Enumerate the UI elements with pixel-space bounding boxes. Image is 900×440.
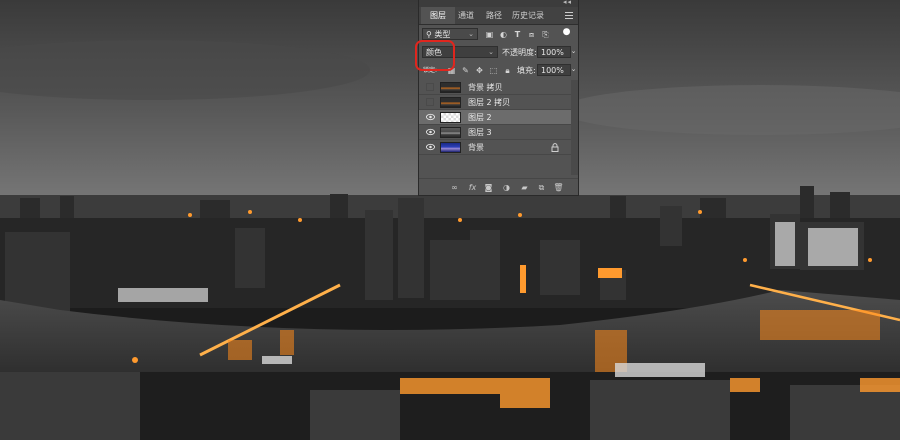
- layer-name[interactable]: 图层 3: [468, 125, 492, 140]
- visibility-eye-icon[interactable]: [426, 143, 435, 151]
- layer-thumbnail: [440, 127, 461, 138]
- opacity-slider-chevron-icon[interactable]: ⌄: [569, 47, 578, 56]
- layer-name[interactable]: 图层 2: [468, 110, 492, 125]
- fill-field[interactable]: 100%: [537, 64, 571, 76]
- panel-tab-bar: 图层 通道 路径 历史记录: [419, 7, 578, 25]
- chevron-down-icon: ⌄: [468, 30, 474, 38]
- layer-list: 背景 拷贝 图层 2 拷贝 图层 2 图层 3 背景: [419, 80, 578, 175]
- lock-position-icon[interactable]: ✥: [475, 66, 484, 75]
- pixel-filter-icon[interactable]: ▣: [485, 30, 494, 39]
- fill-slider-chevron-icon[interactable]: ⌄: [569, 65, 578, 74]
- opacity-field[interactable]: 100%: [537, 46, 571, 58]
- visibility-eye-icon[interactable]: [426, 113, 435, 121]
- new-adjustment-layer-icon[interactable]: ◑: [501, 182, 512, 193]
- panel-title-bar[interactable]: ◂◂: [419, 0, 578, 7]
- layer-row[interactable]: 图层 2: [419, 110, 571, 125]
- prevent-autonest-icon[interactable]: ⬚: [489, 66, 498, 75]
- add-mask-icon[interactable]: ◙: [483, 182, 494, 193]
- layer-list-scrollbar[interactable]: [571, 80, 578, 175]
- type-filter-icon[interactable]: T: [513, 30, 522, 39]
- opacity-value: 100%: [541, 48, 564, 57]
- layer-thumbnail: [440, 142, 461, 153]
- filter-toggle-icon[interactable]: ●: [562, 28, 571, 37]
- delete-layer-icon[interactable]: 🗑︎: [553, 182, 564, 193]
- layer-thumbnail: [440, 112, 461, 123]
- shape-filter-icon[interactable]: ⧈: [527, 30, 536, 39]
- panel-menu-icon[interactable]: [565, 12, 573, 19]
- layer-thumbnail: [440, 97, 461, 108]
- tab-history[interactable]: 历史记录: [505, 7, 551, 24]
- layer-row[interactable]: 图层 3: [419, 125, 571, 140]
- filter-kind-label: 类型: [434, 30, 451, 39]
- fx-button[interactable]: fx: [467, 182, 478, 193]
- search-icon: ⚲: [426, 30, 432, 39]
- layer-thumbnail: [440, 82, 461, 93]
- layer-name[interactable]: 图层 2 拷贝: [468, 95, 510, 110]
- layer-name[interactable]: 背景: [468, 140, 484, 155]
- layer-row[interactable]: 背景 拷贝: [419, 80, 571, 95]
- annotation-highlight-ring: [415, 40, 455, 71]
- new-group-icon[interactable]: ▰: [519, 182, 530, 193]
- link-layers-icon[interactable]: ∞: [449, 182, 460, 193]
- lock-all-icon[interactable]: 🔒︎: [503, 66, 512, 75]
- smart-object-filter-icon[interactable]: ⎘: [541, 30, 550, 39]
- layer-panel-toolbar: ∞ fx ◙ ◑ ▰ ⧉ 🗑︎: [419, 178, 578, 196]
- opacity-label: 不透明度:: [502, 48, 537, 57]
- chevron-down-icon: ⌄: [488, 48, 494, 56]
- new-layer-icon[interactable]: ⧉: [536, 182, 547, 193]
- layer-lock-icon: [551, 143, 559, 152]
- layer-row[interactable]: 背景: [419, 140, 571, 155]
- filter-kind-select[interactable]: ⚲ 类型 ⌄: [422, 28, 478, 40]
- layer-name[interactable]: 背景 拷贝: [468, 80, 503, 95]
- fill-label: 填充:: [517, 66, 536, 75]
- layers-panel: ◂◂ 图层 通道 路径 历史记录 ⚲ 类型 ⌄ ▣ ◐ T ⧈ ⎘ ● 颜色 ⌄…: [418, 0, 579, 196]
- adjustment-filter-icon[interactable]: ◐: [499, 30, 508, 39]
- collapse-panel-icon[interactable]: ◂◂: [563, 0, 572, 6]
- fill-value: 100%: [541, 66, 564, 75]
- layer-row[interactable]: 图层 2 拷贝: [419, 95, 571, 110]
- visibility-eye-icon[interactable]: [426, 128, 435, 136]
- visibility-toggle-off[interactable]: [426, 98, 434, 106]
- visibility-toggle-off[interactable]: [426, 83, 434, 91]
- lock-image-pixels-icon[interactable]: ✎: [461, 66, 470, 75]
